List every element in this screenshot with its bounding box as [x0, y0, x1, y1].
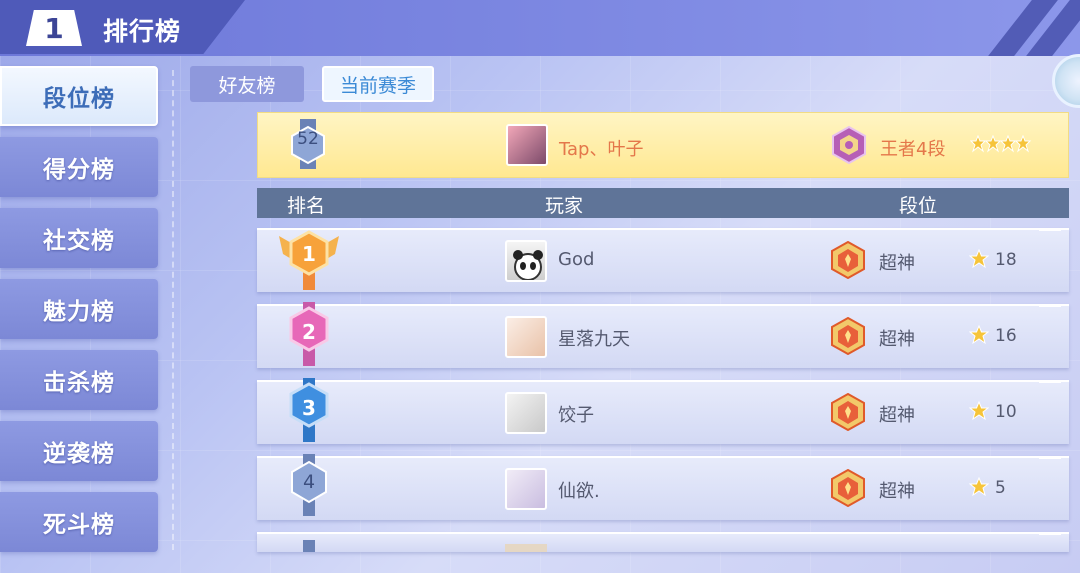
player-name: God — [558, 249, 595, 270]
back-button[interactable]: 1 — [26, 10, 82, 46]
top-bar: 1 排行榜 — [0, 0, 1080, 56]
my-avatar — [506, 124, 548, 166]
player-avatar — [505, 316, 547, 358]
star-icon — [969, 249, 989, 269]
tier-label: 超神 — [879, 481, 915, 502]
table-row[interactable]: 1 God 超神 18 — [257, 228, 1069, 292]
player-avatar — [505, 240, 547, 282]
header-tier: 段位 — [899, 195, 938, 217]
table-row[interactable]: 2 星落九天 超神 16 — [257, 302, 1069, 368]
tier-stars-icon — [970, 135, 1032, 153]
my-player-name: Tap、叶子 — [559, 139, 644, 160]
rank-number: 1 — [302, 242, 316, 266]
star-count: 18 — [995, 250, 1017, 270]
player-name: 饺子 — [558, 405, 594, 426]
header-player: 玩家 — [545, 195, 584, 217]
tier-label: 超神 — [879, 253, 915, 274]
sidebar-divider — [172, 70, 174, 550]
tab-current-season[interactable]: 当前赛季 — [322, 66, 434, 102]
table-row[interactable]: 3 饺子 超神 10 — [257, 378, 1069, 444]
tab-friends[interactable]: 好友榜 — [190, 66, 304, 102]
sidebar-item-comeback[interactable]: 逆袭榜 — [0, 421, 158, 481]
my-rank-row: 52 Tap、叶子 王者4段 — [257, 112, 1069, 178]
my-tier-label: 王者4段 — [880, 139, 946, 160]
star-count: 16 — [995, 326, 1017, 346]
player-avatar — [505, 544, 547, 552]
rank-ribbon — [303, 540, 315, 552]
row-corner — [1039, 304, 1061, 307]
star-count: 5 — [995, 478, 1006, 498]
rank-number: 4 — [302, 471, 316, 493]
player-name: 仙欲. — [558, 481, 600, 502]
table-row[interactable]: 4 仙欲. 超神 5 — [257, 454, 1069, 520]
row-corner — [1039, 534, 1061, 535]
star-icon — [969, 325, 989, 345]
sidebar-item-social[interactable]: 社交榜 — [0, 208, 158, 268]
super-god-tier-icon — [831, 469, 865, 507]
super-god-tier-icon — [831, 241, 865, 279]
super-god-tier-icon — [831, 317, 865, 355]
tier-label: 超神 — [879, 405, 915, 426]
sidebar-item-charm[interactable]: 魅力榜 — [0, 279, 158, 339]
tier-label: 超神 — [879, 329, 915, 350]
star-icon — [969, 401, 989, 421]
rank-number: 3 — [302, 396, 316, 420]
row-corner — [1039, 228, 1061, 231]
sidebar-item-score[interactable]: 得分榜 — [0, 137, 158, 197]
table-row[interactable] — [257, 532, 1069, 552]
player-avatar — [505, 468, 547, 510]
corner-round-button[interactable] — [1052, 54, 1080, 108]
row-corner — [1039, 456, 1061, 459]
my-rank-number: 52 — [297, 129, 319, 149]
player-avatar — [505, 392, 547, 434]
star-icon — [969, 477, 989, 497]
row-corner — [1039, 380, 1061, 383]
sidebar-item-rank[interactable]: 段位榜 — [0, 66, 158, 126]
table-header: 排名 玩家 段位 — [257, 188, 1069, 218]
super-god-tier-icon — [831, 393, 865, 431]
player-name: 星落九天 — [558, 329, 630, 350]
header-rank: 排名 — [287, 195, 326, 217]
star-count: 10 — [995, 402, 1017, 422]
sidebar-item-deathmatch[interactable]: 死斗榜 — [0, 492, 158, 552]
king-tier-icon — [832, 126, 866, 164]
panda-avatar-icon — [513, 250, 543, 280]
page-title: 排行榜 — [103, 17, 182, 46]
sidebar-item-kills[interactable]: 击杀榜 — [0, 350, 158, 410]
rank-number: 2 — [302, 320, 316, 344]
